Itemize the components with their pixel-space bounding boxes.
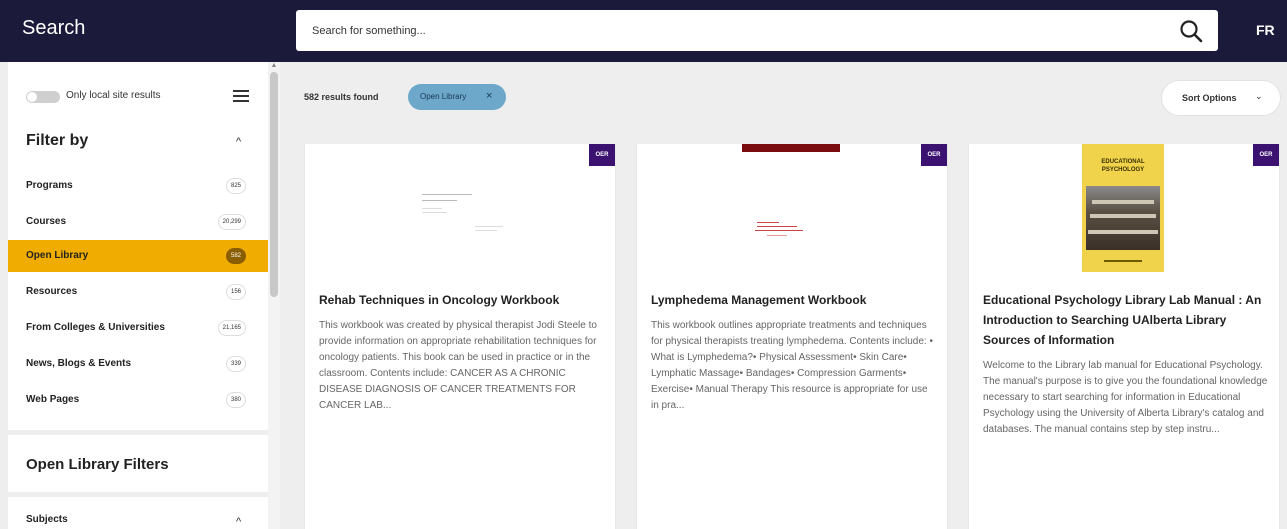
result-card[interactable]: OER Rehab Techniques in Oncology Workboo… xyxy=(305,144,615,529)
card-title[interactable]: Educational Psychology Library Lab Manua… xyxy=(983,290,1268,350)
subjects-filter-heading[interactable]: Subjects xyxy=(26,514,68,525)
card-title[interactable]: Rehab Techniques in Oncology Workbook xyxy=(319,290,604,310)
oer-badge: OER xyxy=(921,144,947,166)
toggle-label: Only local site results xyxy=(66,90,161,101)
oer-badge: OER xyxy=(589,144,615,166)
filter-count: 21,165 xyxy=(217,320,246,336)
card-title[interactable]: Lymphedema Management Workbook xyxy=(651,290,936,310)
card-description: Welcome to the Library lab manual for Ed… xyxy=(983,360,1268,435)
filter-sidebar: Only local site results Filter by ^ Prog… xyxy=(8,62,268,529)
filter-label: Programs xyxy=(26,180,73,191)
local-results-row: Only local site results xyxy=(8,84,268,110)
results-count: 582 results found xyxy=(304,92,379,102)
filter-count: 20,299 xyxy=(217,214,246,230)
cover-title: EDUCATIONAL PSYCHOLOGY xyxy=(1101,159,1145,173)
filter-item-news-blogs-events[interactable]: News, Blogs & Events 339 xyxy=(8,348,268,380)
page-title: Search xyxy=(22,17,86,39)
sidebar-divider xyxy=(8,492,268,497)
filter-count: 156 xyxy=(225,284,246,300)
search-box[interactable] xyxy=(296,10,1218,51)
filter-label: From Colleges & Universities xyxy=(26,322,165,333)
filter-label: Courses xyxy=(26,216,67,227)
result-card[interactable]: EDUCATIONAL PSYCHOLOGY OER Educational P… xyxy=(969,144,1279,529)
book-thumbnail xyxy=(305,144,615,272)
open-library-filters-heading: Open Library Filters xyxy=(26,456,169,473)
filter-item-open-library[interactable]: Open Library 582 xyxy=(8,240,268,272)
book-thumbnail: EDUCATIONAL PSYCHOLOGY xyxy=(969,144,1279,272)
chevron-down-icon: ⌄ xyxy=(1255,91,1263,101)
active-filter-chip[interactable]: Open Library × xyxy=(408,84,506,110)
filter-item-web-pages[interactable]: Web Pages 380 xyxy=(8,384,268,416)
filter-label: News, Blogs & Events xyxy=(26,358,132,369)
scroll-up-icon[interactable]: ▲ xyxy=(270,62,278,70)
book-cover: EDUCATIONAL PSYCHOLOGY xyxy=(1082,144,1164,272)
local-results-toggle[interactable] xyxy=(26,91,60,103)
filter-item-programs[interactable]: Programs 825 xyxy=(8,170,268,202)
filter-item-resources[interactable]: Resources 156 xyxy=(8,276,268,308)
sidebar-scrollbar[interactable]: ▲ xyxy=(268,62,280,529)
card-description: This workbook was created by physical th… xyxy=(319,320,597,411)
close-icon[interactable]: × xyxy=(486,90,492,102)
sidebar-divider xyxy=(8,430,268,435)
filter-item-courses[interactable]: Courses 20,299 xyxy=(8,206,268,238)
hamburger-menu-icon[interactable] xyxy=(233,90,249,102)
chevron-up-icon[interactable]: ^ xyxy=(236,516,241,528)
filter-count: 825 xyxy=(225,178,246,194)
filter-count: 339 xyxy=(225,356,246,372)
sort-label: Sort Options xyxy=(1182,93,1237,103)
filter-count: 582 xyxy=(225,248,246,264)
card-description: This workbook outlines appropriate treat… xyxy=(651,320,933,411)
scroll-thumb[interactable] xyxy=(270,72,278,297)
chip-label: Open Library xyxy=(420,92,467,101)
filter-item-colleges-universities[interactable]: From Colleges & Universities 21,165 xyxy=(8,312,268,344)
search-input[interactable] xyxy=(312,20,1152,42)
language-toggle[interactable]: FR xyxy=(1256,22,1275,38)
filter-label: Resources xyxy=(26,286,78,297)
oer-badge: OER xyxy=(1253,144,1279,166)
result-card[interactable]: OER Lymphedema Management Workbook This … xyxy=(637,144,947,529)
sort-options-button[interactable]: Sort Options ⌄ xyxy=(1162,81,1280,115)
filter-label: Web Pages xyxy=(26,394,80,405)
search-icon[interactable] xyxy=(1178,18,1204,44)
filter-count: 380 xyxy=(225,392,246,408)
book-thumbnail xyxy=(637,144,947,272)
top-header: Search FR xyxy=(0,0,1287,62)
chevron-up-icon[interactable]: ^ xyxy=(236,136,241,148)
filter-by-heading: Filter by xyxy=(26,132,89,149)
filter-label: Open Library xyxy=(26,250,89,261)
